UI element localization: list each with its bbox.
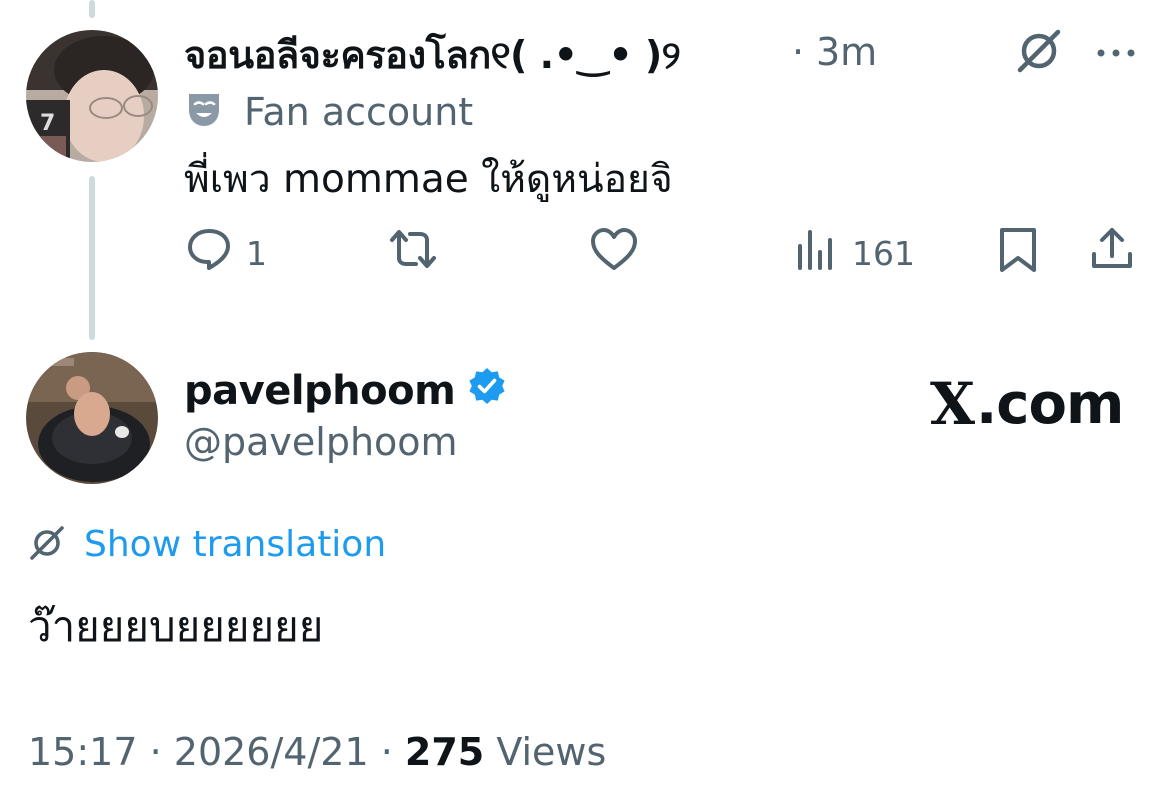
tweet-meta: 15:17 · 2026/4/21 · 275 Views — [28, 730, 606, 774]
share-icon[interactable] — [1088, 224, 1136, 276]
verified-badge-icon — [467, 366, 507, 416]
fan-account-label: Fan account — [244, 90, 474, 134]
thread-line — [89, 176, 95, 340]
x-com-label: .com — [976, 371, 1124, 437]
main-avatar[interactable] — [26, 352, 158, 484]
meta-separator: · — [149, 730, 174, 774]
x-logo-icon: X — [930, 370, 975, 438]
grok-icon[interactable] — [1014, 28, 1064, 78]
reply-avatar[interactable]: 7 — [26, 30, 158, 162]
like-icon — [589, 226, 639, 280]
drama-mask-icon — [184, 90, 224, 134]
show-translation-label: Show translation — [84, 524, 387, 565]
translate-icon — [28, 525, 66, 565]
reply-timestamp[interactable]: 3m — [816, 30, 877, 74]
thread-line-top — [89, 0, 95, 18]
reply-count: 1 — [246, 233, 267, 273]
reply-display-name[interactable]: จอนอลีจะครองโลก୧( .•‿• )୨ — [184, 24, 681, 85]
reply-button[interactable]: 1 — [186, 226, 267, 280]
views-count: 161 — [852, 233, 915, 273]
main-text: ว๊ายยยบยยยยยย — [28, 602, 324, 651]
main-handle[interactable]: @pavelphoom — [184, 420, 458, 464]
views-label: Views — [496, 730, 607, 774]
svg-text:7: 7 — [40, 111, 55, 136]
like-button[interactable] — [589, 226, 653, 280]
show-translation-button[interactable]: Show translation — [28, 524, 386, 565]
views-icon — [796, 226, 838, 280]
retweet-icon — [386, 226, 440, 280]
meta-separator: · — [380, 730, 405, 774]
time-separator: · — [792, 30, 805, 74]
reply-icon — [186, 226, 232, 280]
more-icon[interactable] — [1096, 44, 1136, 63]
tweet-time[interactable]: 15:17 — [28, 730, 138, 774]
tweet-date[interactable]: 2026/4/21 — [174, 730, 369, 774]
fan-account-badge: Fan account — [184, 88, 473, 136]
x-com-watermark: X .com — [930, 370, 1124, 438]
bookmark-icon[interactable] — [996, 226, 1040, 278]
main-display-name-text: pavelphoom — [184, 368, 456, 414]
retweet-button[interactable] — [386, 226, 454, 280]
reply-text: พี่เพว mommae ให้ดูหน่อยจิ — [184, 157, 673, 202]
views-button[interactable]: 161 — [796, 226, 915, 280]
main-display-name[interactable]: pavelphoom — [184, 366, 507, 416]
views-total: 275 — [404, 730, 485, 774]
